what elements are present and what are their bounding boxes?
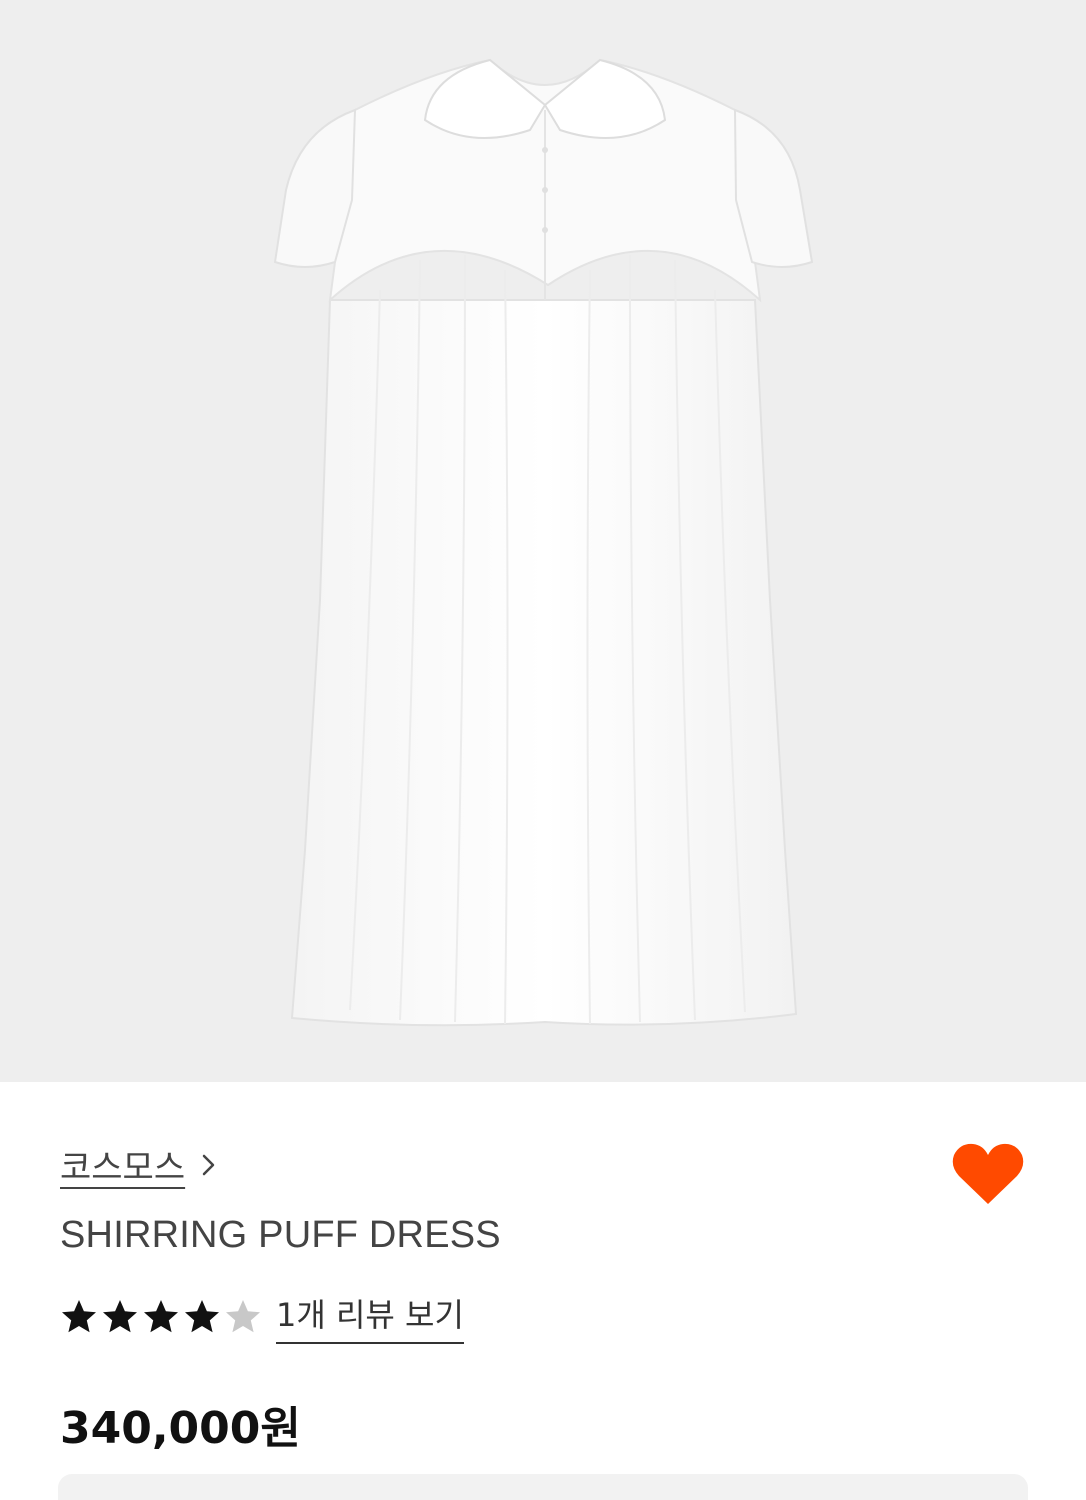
brand-name[interactable]: 코스모스 [60,1140,185,1189]
star-filled-icon [103,1300,137,1333]
brand-link[interactable]: 코스모스 [60,1140,219,1189]
product-title: SHIRRING PUFF DRESS [60,1214,501,1256]
wishlist-button[interactable] [950,1140,1026,1210]
chevron-right-icon [199,1151,219,1179]
dress-illustration [273,58,814,1027]
option-select-box[interactable] [58,1474,1028,1500]
rating-stars [60,1298,262,1336]
review-link[interactable]: 1개 리뷰 보기 [276,1290,464,1344]
product-price: 340,000원 [60,1403,301,1454]
star-filled-icon [144,1300,178,1333]
rating-row: 1개 리뷰 보기 [60,1290,464,1344]
product-detail-page: 코스모스 SHIRRING PUFF DRESS 1개 리뷰 보기 340,00… [0,0,1086,1500]
star-filled-icon [185,1300,219,1333]
star-filled-icon [62,1300,96,1333]
star-empty-icon [226,1300,260,1333]
heart-icon [952,1143,1024,1204]
product-image[interactable] [0,0,1086,1082]
